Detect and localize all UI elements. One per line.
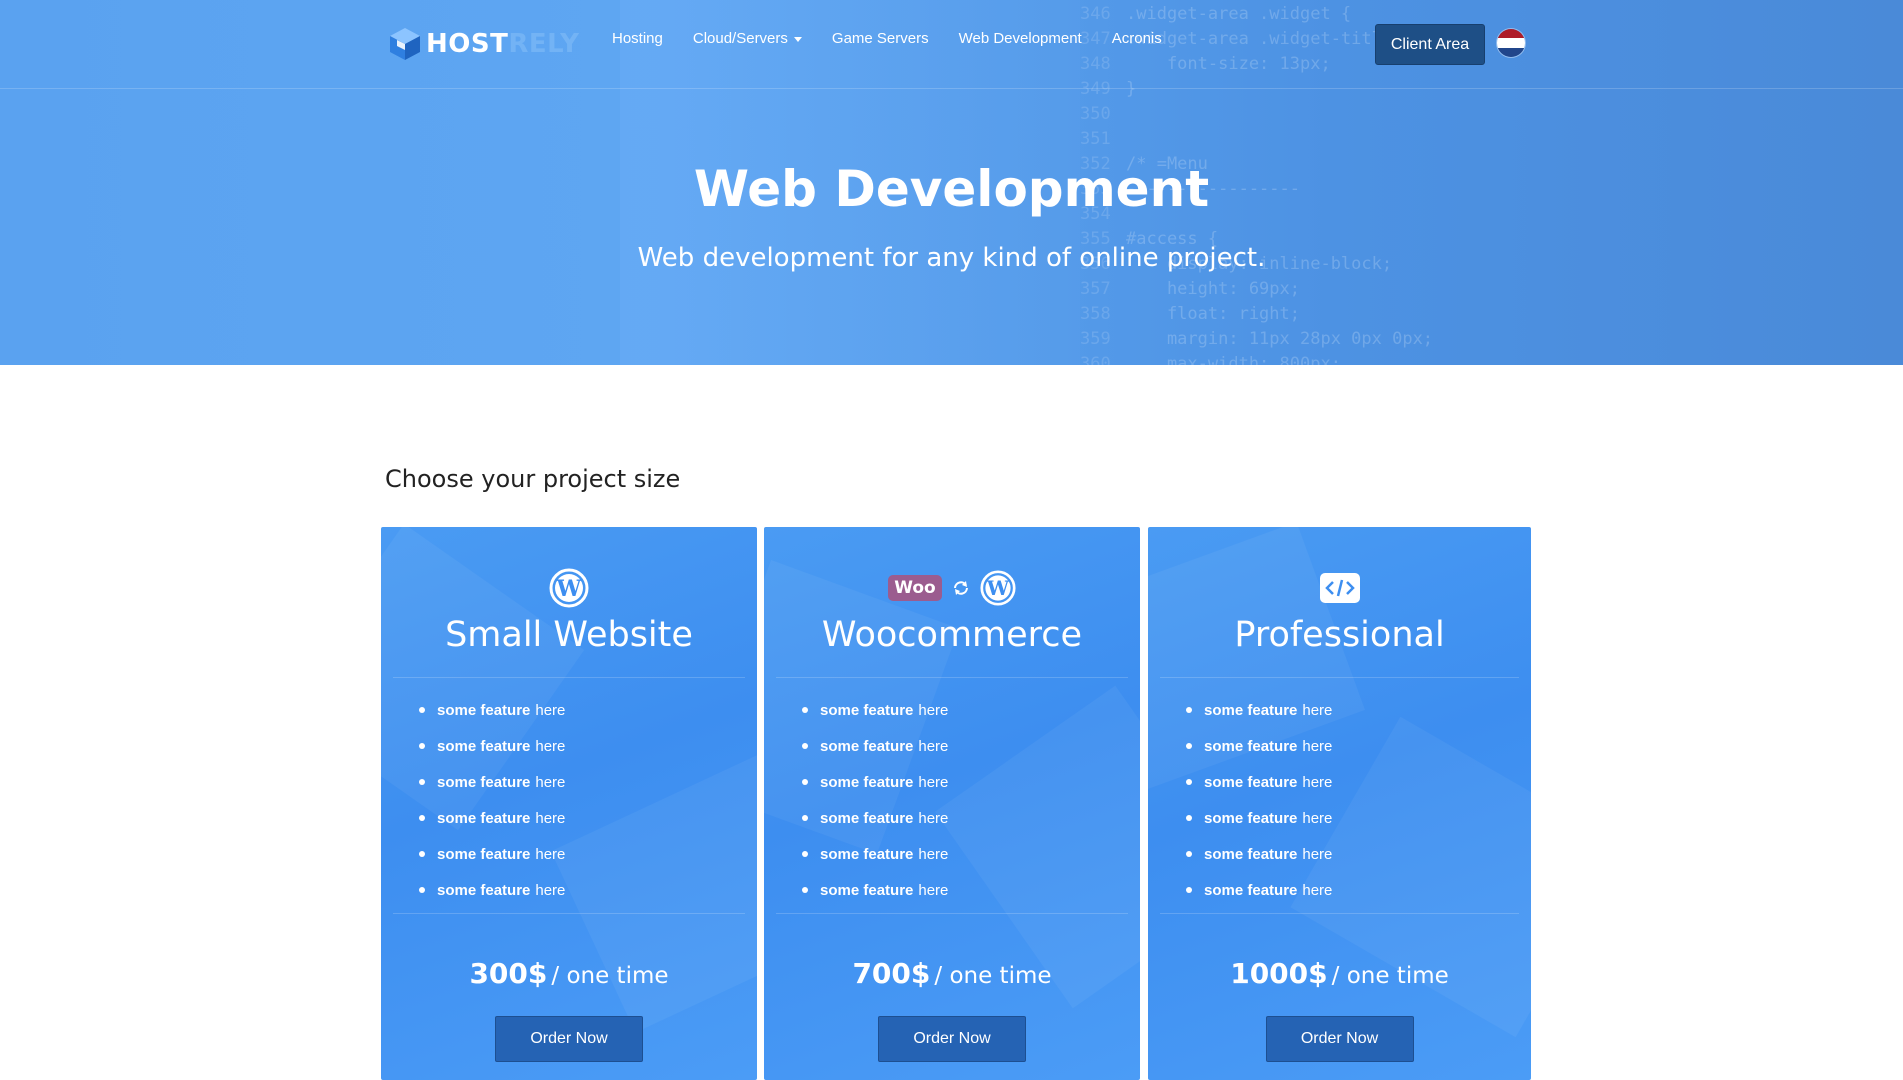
price-amount: 300$ [469,957,548,990]
logo-text-host: HOST [426,29,509,59]
list-item: some feature here [1186,836,1332,872]
plan-name: Professional [1234,615,1445,655]
nav-item-acronis[interactable]: Acronis [1112,30,1162,47]
site-logo[interactable]: HOST RELY [388,26,579,62]
list-item: some feature here [419,728,565,764]
code-line: 358 float: right; [1080,304,1300,324]
list-item: some feature here [419,872,565,908]
list-item: some feature here [419,800,565,836]
cube-logo-icon [390,28,420,60]
pricing-cards: W Small Website some feature here some fe… [381,527,1531,1080]
wordpress-icon: W [549,568,589,608]
list-item: some feature here [1186,800,1332,836]
list-item: some feature here [419,764,565,800]
nav-item-cloud-servers-label: Cloud/Servers [692,30,788,47]
feature-list: some feature here some feature here some f… [419,692,565,908]
woocommerce-icon: Woo [888,575,942,601]
page-title: Web Development [693,160,1210,218]
list-item: some feature here [1186,728,1332,764]
list-item: some feature here [1186,764,1332,800]
divider [393,913,745,914]
sync-icon [953,581,968,595]
client-area-button[interactable]: Client Area [1375,24,1485,65]
plan-card-woocommerce: Woo W Woocommerce some feature here some … [764,527,1140,1080]
divider [393,677,745,678]
price-term: / one time [551,963,669,989]
code-line: 351 [1080,129,1111,149]
divider [1160,677,1519,678]
list-item: some feature here [419,836,565,872]
plan-name: Woocommerce [821,615,1083,655]
svg-text:W: W [556,576,582,602]
plan-card-professional: Professional some feature here some featu… [1148,527,1531,1080]
hero-banner: 346 .widget-area .widget {347 .widget-area… [0,0,1903,365]
plan-price: 1000$ / one time [1148,957,1531,990]
price-term: / one time [1331,963,1449,989]
list-item: some feature here [802,764,948,800]
list-item: some feature here [802,728,948,764]
nav-item-web-development[interactable]: Web Development [959,30,1082,47]
plan-icons [1148,568,1531,608]
language-flag-icon[interactable] [1497,29,1525,57]
plan-price: 700$ / one time [764,957,1140,990]
list-item: some feature here [802,872,948,908]
divider [776,677,1128,678]
list-item: some feature here [802,836,948,872]
top-navbar: HOST RELY Hosting Cloud/Servers Game Ser… [0,0,1903,89]
logo-text-rely: RELY [508,29,580,59]
plan-icons: W [381,568,757,608]
code-line: 360 max-width: 800px; [1080,354,1341,365]
plan-icons: Woo W [764,568,1140,608]
plan-name: Small Website [445,615,693,655]
order-now-button[interactable]: Order Now [495,1016,643,1062]
caret-down-icon [793,36,802,42]
divider [1160,913,1519,914]
code-line: 359 margin: 11px 28px 0px 0px; [1080,329,1434,349]
nav-item-game-servers[interactable]: Game Servers [832,30,929,47]
list-item: some feature here [802,800,948,836]
price-amount: 1000$ [1230,957,1328,990]
svg-text:W: W [986,576,1010,600]
feature-list: some feature here some feature here some f… [1186,692,1332,908]
code-icon [1319,573,1360,603]
feature-list: some feature here some feature here some f… [802,692,948,908]
price-term: / one time [934,963,1052,989]
list-item: some feature here [419,692,565,728]
list-item: some feature here [1186,692,1332,728]
plan-card-small-website: W Small Website some feature here some fe… [381,527,757,1080]
list-item: some feature here [802,692,948,728]
page-subtitle: Web development for any kind of online p… [637,243,1266,273]
order-now-button[interactable]: Order Now [1265,1016,1414,1062]
code-line: 350 [1080,104,1111,124]
section-title: Choose your project size [385,465,681,493]
list-item: some feature here [1186,872,1332,908]
divider [776,913,1128,914]
wordpress-icon: W [980,570,1016,606]
main-nav: Hosting Cloud/Servers Game Servers Web D… [612,30,1192,47]
order-now-button[interactable]: Order Now [878,1016,1026,1062]
price-amount: 700$ [852,957,931,990]
plan-price: 300$ / one time [381,957,757,990]
code-line: 357 height: 69px; [1080,279,1300,299]
nav-item-cloud-servers[interactable]: Cloud/Servers [693,30,802,47]
nav-item-hosting[interactable]: Hosting [612,30,663,47]
